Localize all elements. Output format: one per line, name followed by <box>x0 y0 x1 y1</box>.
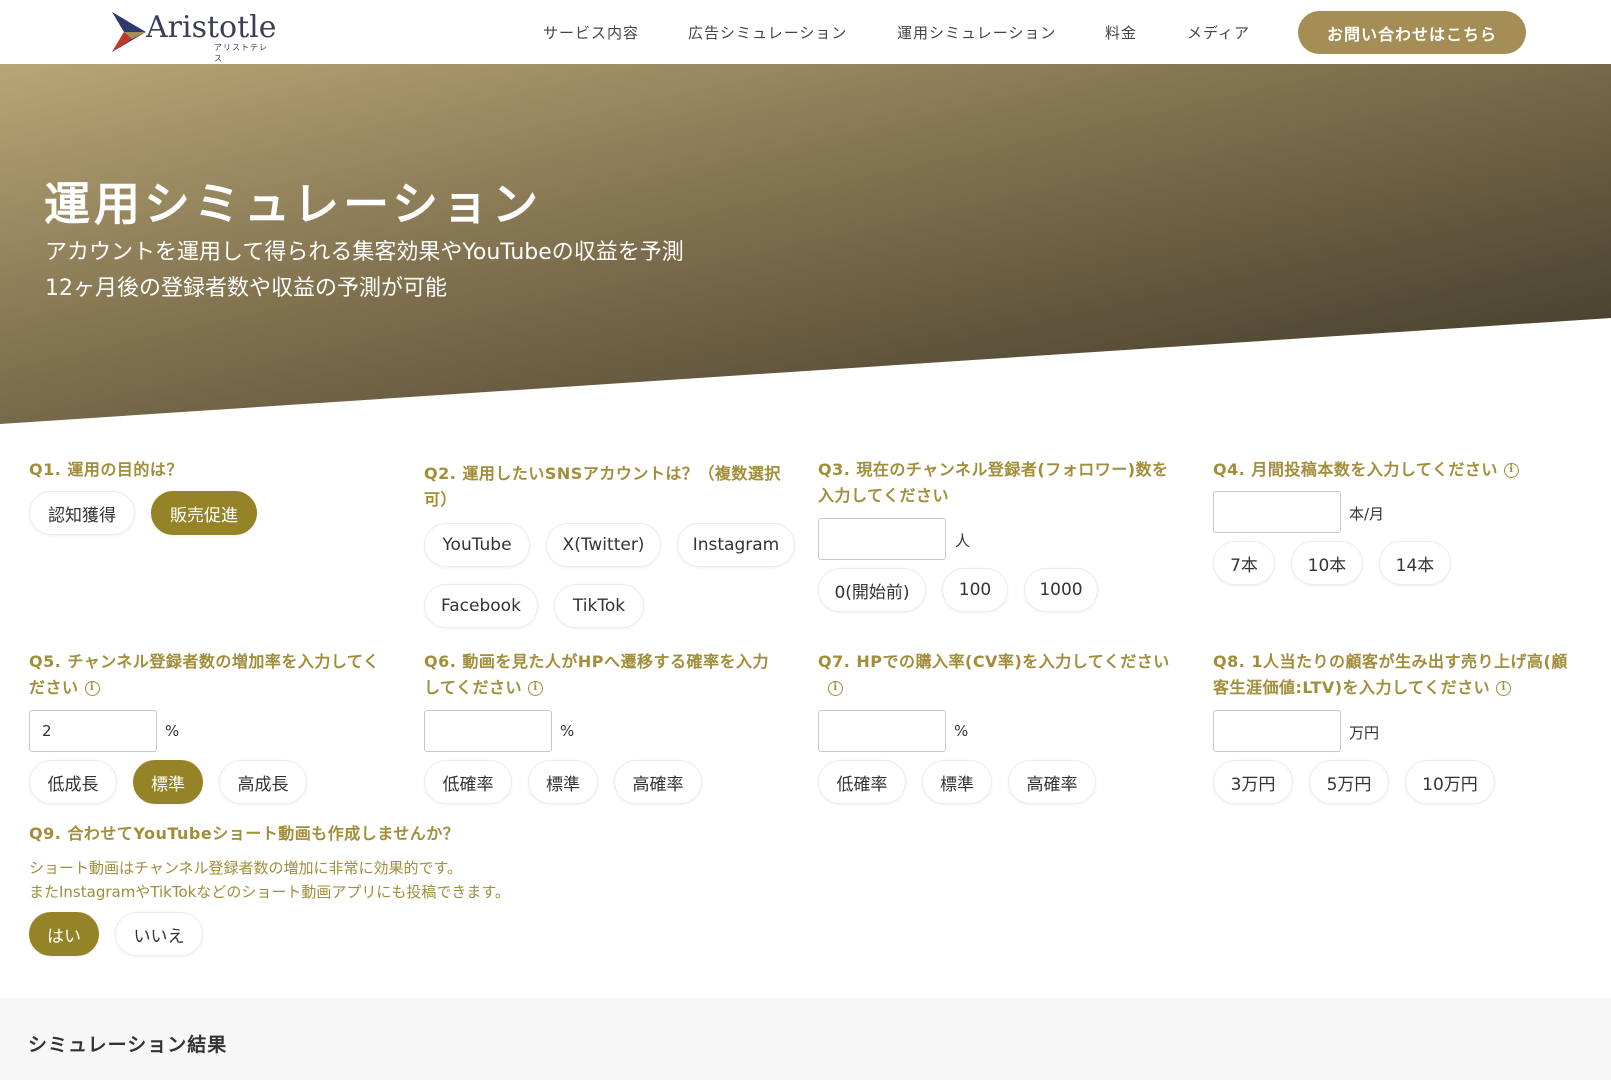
q8-title: Q8. 1人当たりの顧客が生み出す売り上げ高(顧 客生涯価値:LTV)を入力して… <box>1213 649 1608 701</box>
q1-option-awareness[interactable]: 認知獲得 <box>29 491 135 535</box>
nav-ad-simulation[interactable]: 広告シミュレーション <box>688 22 847 43</box>
q2-option-youtube[interactable]: YouTube <box>424 523 530 567</box>
q5-info-icon[interactable]: i <box>84 681 100 696</box>
q4-option-10[interactable]: 10本 <box>1291 541 1363 585</box>
q5-option-high[interactable]: 高成長 <box>219 760 307 804</box>
q7-option-low[interactable]: 低確率 <box>818 760 906 804</box>
q8-option-3man[interactable]: 3万円 <box>1213 760 1293 804</box>
q4-posts-input[interactable] <box>1213 491 1341 533</box>
q9-description-1: ショート動画はチャンネル登録者数の増加に非常に効果的です。 <box>29 859 463 877</box>
q9-title: Q9. 合わせてYouTubeショート動画も作成しませんか？ <box>29 824 460 843</box>
q8-ltv-input[interactable] <box>1213 710 1341 752</box>
q6-option-standard[interactable]: 標準 <box>528 760 598 804</box>
q7-title: Q7. HPでの購入率(CV率)を入力してください i <box>818 649 1203 701</box>
hero-banner: 運用シミュレーション アカウントを運用して得られる集客効果やYouTubeの収益… <box>0 64 1611 424</box>
logo-mark-icon <box>112 12 146 52</box>
q7-cv-rate-input[interactable] <box>818 710 946 752</box>
q5-option-standard[interactable]: 標準 <box>133 760 203 804</box>
q2-title: Q2. 運用したいSNSアカウントは？（複数選択 可） <box>424 461 804 513</box>
q2-option-facebook[interactable]: Facebook <box>424 584 538 628</box>
q4-option-7[interactable]: 7本 <box>1213 541 1275 585</box>
q6-option-low[interactable]: 低確率 <box>424 760 512 804</box>
q4-info-icon[interactable]: i <box>1503 463 1519 478</box>
results-section: シミュレーション結果 <box>0 998 1611 1080</box>
nav-pricing[interactable]: 料金 <box>1105 22 1137 43</box>
q3-option-1000[interactable]: 1000 <box>1024 568 1098 612</box>
q4-unit: 本/月 <box>1349 505 1385 523</box>
q2-title-line1: Q2. 運用したいSNSアカウントは？（複数選択 <box>424 464 781 483</box>
q2-title-line2: 可） <box>424 490 458 509</box>
logo-subtext: アリストテレス <box>214 43 268 63</box>
q8-info-icon[interactable]: i <box>1496 681 1512 696</box>
q5-growth-rate-input[interactable]: 2 <box>29 710 157 752</box>
q6-title-line1: Q6. 動画を見た人がHPへ遷移する確率を入力 <box>424 652 770 671</box>
q8-option-10man[interactable]: 10万円 <box>1405 760 1495 804</box>
q8-unit: 万円 <box>1349 724 1380 742</box>
hero-subtitle-1: アカウントを運用して得られる集客効果やYouTubeの収益を予測 <box>45 240 684 265</box>
q5-title-line2: ださい <box>29 678 79 697</box>
q6-option-high[interactable]: 高確率 <box>614 760 702 804</box>
q2-option-tiktok[interactable]: TikTok <box>554 584 644 628</box>
q7-option-standard[interactable]: 標準 <box>922 760 992 804</box>
hero-title: 運用シミュレーション <box>44 177 543 231</box>
q6-title-line2: してください <box>424 678 523 697</box>
q1-title: Q1. 運用の目的は？ <box>29 460 183 479</box>
hero-subtitle-2: 12ヶ月後の登録者数や収益の予測が可能 <box>45 276 447 301</box>
nav-media[interactable]: メディア <box>1187 22 1250 43</box>
q9-option-no[interactable]: いいえ <box>115 912 203 956</box>
q3-subscribers-input[interactable] <box>818 518 946 560</box>
q3-unit: 人 <box>955 532 971 550</box>
nav-services[interactable]: サービス内容 <box>543 22 639 43</box>
q9-description-2: またInstagramやTikTokなどのショート動画アプリにも投稿できます。 <box>29 883 510 901</box>
q1-option-sales[interactable]: 販売促進 <box>151 491 257 535</box>
q7-info-icon[interactable]: i <box>828 681 843 696</box>
site-header: Aristotle アリストテレス サービス内容 広告シミュレーション 運用シミ… <box>0 0 1611 64</box>
q7-title-text: Q7. HPでの購入率(CV率)を入力してください <box>818 652 1170 671</box>
q3-title-line1: Q3. 現在のチャンネル登録者(フォロワー)数を <box>818 460 1169 479</box>
q2-option-instagram[interactable]: Instagram <box>677 523 795 567</box>
q3-title: Q3. 現在のチャンネル登録者(フォロワー)数を 入力してください <box>818 457 1198 509</box>
q7-unit: % <box>954 722 969 740</box>
q2-option-twitter[interactable]: X(Twitter) <box>546 523 661 567</box>
results-title: シミュレーション結果 <box>28 1034 228 1056</box>
q6-transition-rate-input[interactable] <box>424 710 552 752</box>
q3-title-line2: 入力してください <box>818 486 950 505</box>
q3-option-0[interactable]: 0(開始前) <box>818 568 926 612</box>
q9-option-yes[interactable]: はい <box>29 912 99 956</box>
contact-button[interactable]: お問い合わせはこちら <box>1298 11 1526 54</box>
q3-option-100[interactable]: 100 <box>942 568 1008 612</box>
q7-option-high[interactable]: 高確率 <box>1008 760 1096 804</box>
q5-unit: % <box>165 722 180 740</box>
q8-title-line2: 客生涯価値:LTV)を入力してください <box>1213 678 1491 697</box>
q8-option-5man[interactable]: 5万円 <box>1309 760 1389 804</box>
nav-operation-simulation[interactable]: 運用シミュレーション <box>897 22 1056 43</box>
logo-text: Aristotle <box>146 10 277 45</box>
q4-title: Q4. 月間投稿本数を入力してください i <box>1213 457 1603 483</box>
q6-title: Q6. 動画を見た人がHPへ遷移する確率を入力 してください i <box>424 649 809 701</box>
q5-title: Q5. チャンネル登録者数の増加率を入力してく ださい i <box>29 649 414 701</box>
q8-title-line1: Q8. 1人当たりの顧客が生み出す売り上げ高(顧 <box>1213 652 1568 671</box>
aristotle-logo[interactable]: Aristotle アリストテレス <box>110 10 277 63</box>
q5-title-line1: Q5. チャンネル登録者数の増加率を入力してく <box>29 652 380 671</box>
q5-option-low[interactable]: 低成長 <box>29 760 117 804</box>
q6-info-icon[interactable]: i <box>528 681 544 696</box>
q4-title-text: Q4. 月間投稿本数を入力してください <box>1213 460 1498 479</box>
q4-option-14[interactable]: 14本 <box>1379 541 1451 585</box>
q6-unit: % <box>560 722 575 740</box>
